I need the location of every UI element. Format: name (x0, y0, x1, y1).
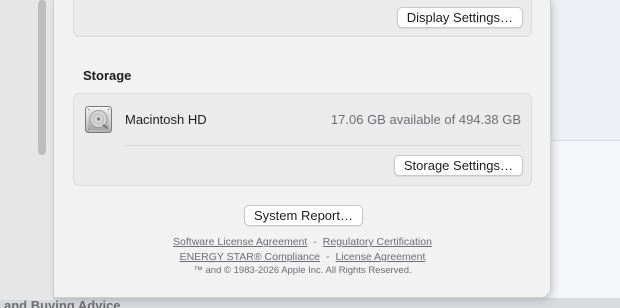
card-divider (125, 145, 521, 146)
display-settings-button[interactable]: Display Settings… (396, 7, 523, 28)
software-license-link[interactable]: Software License Agreement (173, 236, 307, 248)
display-card: Display Settings… (73, 0, 532, 37)
energy-star-link[interactable]: ENERGY STAR® Compliance (180, 251, 320, 263)
storage-section-title: Storage (83, 68, 132, 83)
storage-card: Macintosh HD 17.06 GB available of 494.3… (73, 93, 532, 186)
background-window-header (548, 0, 620, 140)
footer-separator: - (313, 236, 317, 248)
sidebar (0, 0, 54, 300)
regulatory-certification-link[interactable]: Regulatory Certification (323, 236, 432, 248)
copyright-text: ™ and © 1983-2026 Apple Inc. All Rights … (193, 265, 412, 276)
disk-name: Macintosh HD (125, 112, 207, 127)
footer-links-row-2: ENERGY STAR® Compliance - License Agreemen… (54, 251, 551, 263)
system-report-button[interactable]: System Report… (244, 205, 363, 226)
footer-separator: - (326, 251, 330, 263)
footer-links-row-1: Software License Agreement - Regulatory Ce… (54, 236, 551, 248)
background-divider (548, 140, 620, 141)
screen: and Buying Advice Display Settings… Stor… (0, 0, 620, 308)
hard-drive-icon (85, 106, 112, 133)
license-agreement-link[interactable]: License Agreement (336, 251, 426, 263)
storage-settings-button[interactable]: Storage Settings… (393, 155, 523, 176)
sidebar-scrollbar[interactable] (38, 0, 46, 155)
background-heading: and Buying Advice (4, 298, 121, 308)
about-panel: Display Settings… Storage Macintosh HD 1… (54, 0, 551, 298)
disk-availability: 17.06 GB available of 494.38 GB (330, 112, 521, 127)
